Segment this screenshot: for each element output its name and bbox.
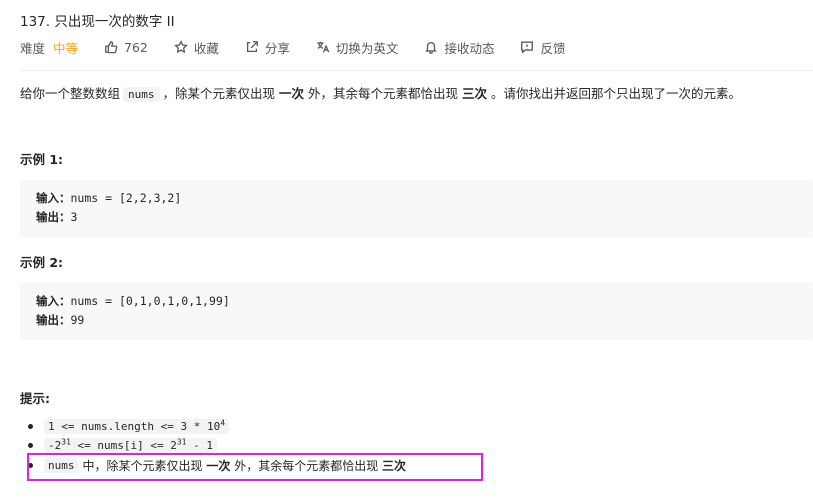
share-label: 分享 — [264, 40, 290, 56]
description-bold: 一次 — [279, 86, 305, 101]
example-1-block: 输入：nums = [2,2,3,2] 输出：3 — [20, 179, 813, 238]
hint-item: 1 <= nums.length <= 3 * 104 — [27, 417, 230, 435]
description-text: ，除某个元素仅出现 — [162, 86, 276, 101]
description-bold: 三次 — [462, 86, 488, 101]
example-1-input-line: 输入：nums = [2,2,3,2] — [36, 189, 797, 208]
hint-2-text-c: - 1 — [186, 438, 213, 452]
example-2-input-line: 输入：nums = [0,1,0,1,0,1,99] — [36, 292, 797, 311]
hints-title: 提示: — [20, 391, 50, 406]
problem-description: 给你一个整数数组 nums ，除某个元素仅出现 一次 外，其余每个元素都恰出现 三次… — [20, 85, 741, 104]
notify-button[interactable]: 接收动态 — [424, 38, 494, 57]
feedback-button[interactable]: 反馈 — [520, 38, 565, 57]
description-text: 给你一个整数数组 — [20, 86, 121, 101]
header-divider — [20, 70, 813, 71]
highlight-annotation-box — [27, 453, 483, 481]
notify-label: 接收动态 — [444, 40, 495, 56]
like-count: 762 — [124, 39, 148, 55]
share-button[interactable]: 分享 — [245, 38, 290, 57]
example-1-input: nums = [2,2,3,2] — [70, 191, 182, 205]
problem-title: 137. 只出现一次的数字 II — [20, 14, 175, 30]
hint-2-text-b: <= nums[i] <= 2 — [70, 438, 177, 452]
switch-language-label: 切换为英文 — [335, 40, 399, 56]
hint-1-text: 1 <= nums.length <= 3 * 10 — [48, 419, 221, 433]
example-2-block: 输入：nums = [0,1,0,1,0,1,99] 输出：99 — [20, 282, 813, 341]
feedback-label: 反馈 — [540, 40, 566, 56]
example-1-output-line: 输出：3 — [36, 208, 797, 227]
input-label: 输入： — [36, 191, 71, 205]
example-2-title: 示例 2: — [20, 255, 64, 270]
example-2-output: 99 — [70, 313, 85, 327]
problem-meta-bar: 难度 中等 762 收藏 分享 切换为英文 接收动态 反馈 — [20, 38, 591, 56]
thumbs-up-icon — [105, 41, 118, 54]
like-button[interactable]: 762 — [104, 40, 148, 55]
difficulty-label: 难度 — [20, 40, 46, 56]
hint-1-exponent: 4 — [220, 417, 226, 427]
description-text: 。请你找出并返回那个只出现了一次的元素。 — [491, 86, 742, 101]
favorite-button[interactable]: 收藏 — [174, 38, 219, 57]
switch-language-button[interactable]: 切换为英文 — [316, 38, 399, 57]
example-1-output: 3 — [70, 210, 78, 224]
input-label: 输入： — [36, 294, 71, 308]
example-2-output-line: 输出：99 — [36, 311, 797, 330]
output-label: 输出： — [36, 210, 71, 224]
feedback-icon — [521, 41, 534, 54]
favorite-label: 收藏 — [193, 40, 219, 56]
hint-item: -231 <= nums[i] <= 231 - 1 — [28, 436, 217, 454]
translate-icon — [317, 41, 330, 53]
bell-icon — [425, 41, 438, 54]
hint-1-code: 1 <= nums.length <= 3 * 104 — [44, 417, 230, 434]
inline-code: nums — [123, 87, 160, 102]
hint-2-exponent-2: 31 — [176, 436, 187, 446]
description-text: 外，其余每个元素都恰出现 — [308, 86, 459, 101]
example-2-input: nums = [0,1,0,1,0,1,99] — [70, 294, 230, 308]
output-label: 输出： — [36, 313, 71, 327]
share-icon — [246, 41, 258, 53]
hint-2-text-a: -2 — [48, 438, 62, 452]
hint-2-exponent-1: 31 — [61, 436, 71, 446]
star-icon — [174, 40, 188, 54]
difficulty-value: 中等 — [53, 40, 79, 56]
example-1-title: 示例 1: — [20, 152, 64, 167]
hint-2-code: -231 <= nums[i] <= 231 - 1 — [44, 436, 217, 453]
